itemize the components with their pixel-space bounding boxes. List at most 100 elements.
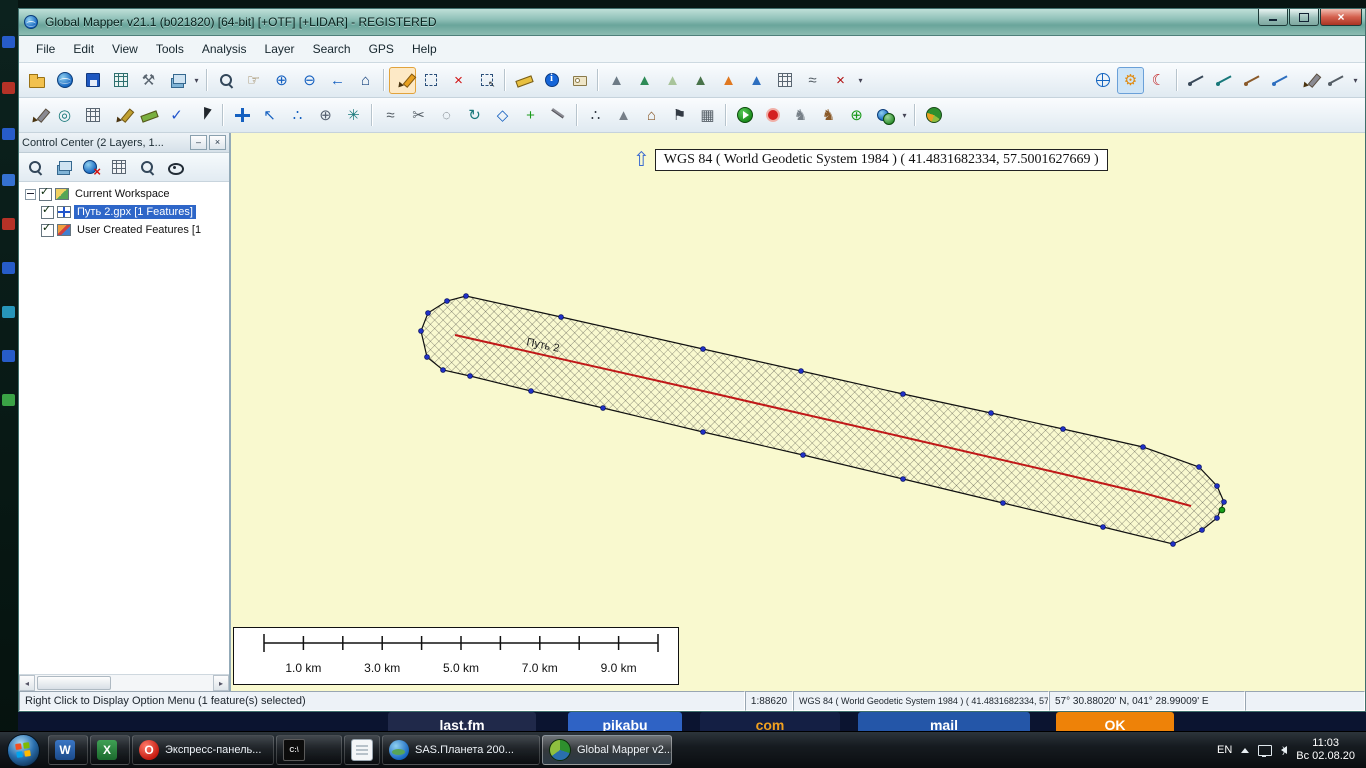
taskbar-button-opera[interactable]: Экспресс-панель... [132,735,274,765]
taskbar-button-sas[interactable]: SAS.Планета 200... [382,735,540,765]
edit-vertices-button[interactable]: ∴ [284,102,311,129]
layer-label[interactable]: Путь 2.gpx [1 Features] [74,205,196,219]
disable-analysis-button[interactable]: × [827,67,854,94]
horizontal-scrollbar[interactable]: ◂ ▸ [19,674,229,691]
cut-fill-button[interactable] [1238,67,1265,94]
menu-analysis[interactable]: Analysis [193,38,256,60]
pan-tool-button[interactable]: ☞ [240,67,267,94]
digitizer-tool-button[interactable] [389,67,416,94]
move-vertex-button[interactable]: ↖ [256,102,283,129]
network-status-icon[interactable] [1258,745,1272,756]
verify-button[interactable]: ✓ [163,102,190,129]
window-titlebar[interactable]: Global Mapper v21.1 (b021820) [64-bit] [… [19,9,1365,36]
menu-layer[interactable]: Layer [256,38,304,60]
terrain-show-button[interactable]: ▲ [631,67,658,94]
terrain-shader-button[interactable]: ▲ [659,67,686,94]
layer-checkbox[interactable] [41,206,54,219]
edit-selected-button[interactable] [473,67,500,94]
cc-visibility-button[interactable] [162,154,188,180]
ink-pen-button[interactable] [191,102,218,129]
minimize-button[interactable] [1258,9,1288,26]
gps-sync-button[interactable] [871,102,898,129]
desktop-icon[interactable] [2,350,15,362]
menu-help[interactable]: Help [403,38,446,60]
terrain-grid-button[interactable]: ▲ [687,67,714,94]
create-building-button[interactable]: ⌂ [638,102,665,129]
desktop-icon[interactable] [2,82,15,94]
grid-edit-button[interactable] [79,102,106,129]
gps-vehicle-button[interactable]: ♞ [787,102,814,129]
vertex-point[interactable] [529,389,534,394]
desktop-icon[interactable] [2,218,15,230]
profile-pencil-button[interactable] [1294,67,1321,94]
desktop-icon[interactable] [2,174,15,186]
vertex-point[interactable] [1215,484,1220,489]
vertex-point[interactable] [464,294,469,299]
vertex-point[interactable] [1200,528,1205,533]
vertex-point[interactable] [425,355,430,360]
menu-gps[interactable]: GPS [360,38,403,60]
panel-minimize-button[interactable]: – [190,135,207,150]
zoom-in-button[interactable]: ⊕ [268,67,295,94]
save-workspace-button[interactable] [79,67,106,94]
vertex-point[interactable] [1197,465,1202,470]
cc-zoom-button[interactable] [22,154,48,180]
measure-tool-button[interactable] [510,67,537,94]
vertex-point[interactable] [559,315,564,320]
offline-mode-button[interactable]: ☾ [1145,67,1172,94]
create-point-button[interactable]: ∴ [582,102,609,129]
desktop-icon[interactable] [2,306,15,318]
vertex-point[interactable] [445,299,450,304]
split-line-button[interactable]: ✂ [405,102,432,129]
gps-start-button[interactable] [731,102,758,129]
vertex-point[interactable] [989,411,994,416]
tree-expander[interactable] [25,189,36,200]
toolbar-dropdown-arrow[interactable]: ▾ [855,68,866,93]
cc-layer-options-button[interactable] [50,154,76,180]
map-canvas[interactable]: Путь 2 [231,133,1365,691]
volume-icon[interactable] [1281,746,1287,754]
elevation-legend-button[interactable] [771,67,798,94]
taskbar-button-excel[interactable] [90,735,130,765]
menu-view[interactable]: View [103,38,147,60]
create-terrain-button[interactable]: ▲ [610,102,637,129]
path-profile-button[interactable] [1182,67,1209,94]
open-file-button[interactable] [23,67,50,94]
vertex-point[interactable] [1141,445,1146,450]
vertex-point[interactable] [901,392,906,397]
vertex-point[interactable] [701,347,706,352]
menu-edit[interactable]: Edit [64,38,103,60]
draw-profile-button[interactable] [1322,67,1349,94]
move-feature-button[interactable] [228,102,255,129]
vertex-point[interactable] [419,329,424,334]
quick-draw-button[interactable] [107,102,134,129]
cc-overview-button[interactable] [106,154,132,180]
snap-vertex-button[interactable]: ✳ [340,102,367,129]
menu-file[interactable]: File [27,38,64,60]
attribute-editor-button[interactable] [566,67,593,94]
layer-label[interactable]: User Created Features [1 [74,223,204,237]
show-hidden-icons-chevron[interactable] [1241,748,1249,753]
control-center-header[interactable]: Control Center (2 Layers, 1... – × [19,133,229,153]
panel-close-button[interactable]: × [209,135,226,150]
online-sources-button[interactable]: ⚙ [1117,67,1144,94]
rotate-feature-button[interactable]: ↻ [461,102,488,129]
taskbar-button-word[interactable] [48,735,88,765]
map-view[interactable]: Путь 2 ⇧ WGS 84 ( World Geodetic System … [231,133,1365,691]
zoom-tool-button[interactable] [212,67,239,94]
web-layers-button[interactable] [1089,67,1116,94]
layer-checkbox[interactable] [39,188,52,201]
taskbar-button-gm[interactable]: Global Mapper v2... [542,735,672,765]
measure-ruler-button[interactable] [135,102,162,129]
open-online-data-button[interactable] [51,67,78,94]
edit-feature-button[interactable] [23,102,50,129]
pin-feature-button[interactable] [545,102,572,129]
snap-target-button[interactable]: ◎ [51,102,78,129]
toolbar-dropdown-arrow[interactable]: ▾ [191,68,202,93]
status-message[interactable]: Right Click to Display Option Menu (1 fe… [19,691,745,711]
scroll-left-arrow[interactable]: ◂ [19,675,35,691]
contour-button[interactable]: ≈ [799,67,826,94]
language-indicator[interactable]: EN [1217,744,1232,756]
menu-search[interactable]: Search [304,38,360,60]
select-vertices-button[interactable]: ◌ [433,102,460,129]
